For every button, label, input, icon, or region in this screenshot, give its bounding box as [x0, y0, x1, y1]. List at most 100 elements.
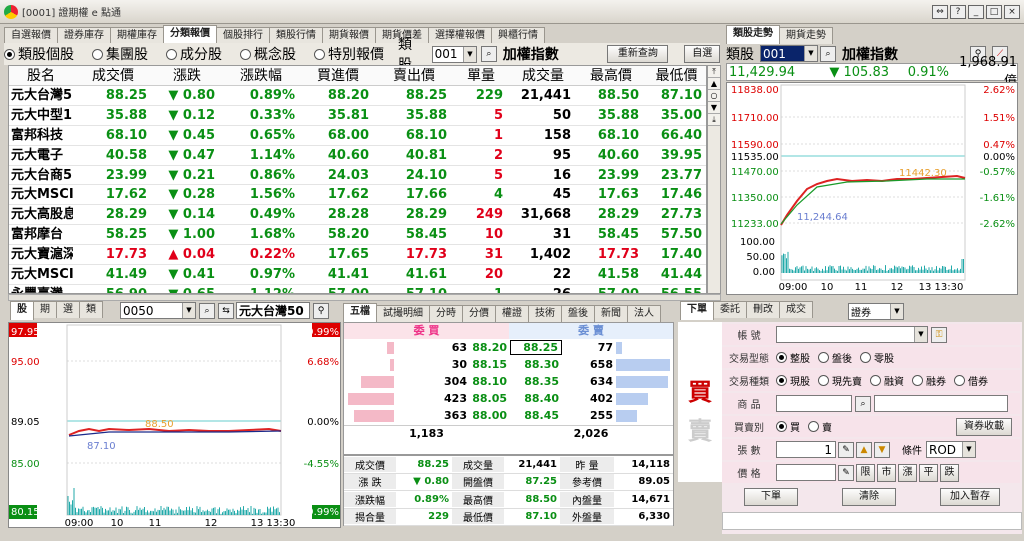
- order-book-row[interactable]: 304 88.10 88.35 634: [344, 373, 673, 390]
- scroll-down-icon[interactable]: ▼: [708, 102, 720, 114]
- detail-tab-2[interactable]: 分時: [429, 305, 463, 322]
- category-radio-2[interactable]: 成分股: [166, 44, 222, 64]
- condition-select[interactable]: ROD ▼: [926, 441, 976, 458]
- stock-code-select[interactable]: 0050 ▼: [120, 302, 196, 319]
- pencil-icon[interactable]: ✎: [838, 442, 854, 458]
- table-row[interactable]: 富邦科技 68.10 ▼ 0.45 0.65% 68.00 68.10 1 158 68.10 6…: [9, 126, 706, 146]
- order-tab-2[interactable]: 刪改: [746, 301, 780, 318]
- submit-order-button[interactable]: 下單: [744, 488, 798, 506]
- detail-tab-4[interactable]: 權證: [495, 305, 529, 322]
- decrease-icon[interactable]: ▼: [874, 442, 890, 458]
- stock-tab-2[interactable]: 選: [56, 301, 80, 318]
- lookup-icon[interactable]: ⌕: [199, 303, 215, 319]
- lookup-icon[interactable]: ⌕: [481, 46, 497, 62]
- stage-order-button[interactable]: 加入暫存: [940, 488, 1000, 506]
- scroll-top-icon[interactable]: ⤒: [708, 66, 720, 78]
- column-header[interactable]: 賣出價: [375, 66, 453, 86]
- main-tab-2[interactable]: 期權庫存: [110, 27, 164, 44]
- order-tab-0[interactable]: 下單: [680, 301, 714, 320]
- table-row[interactable]: 元大中型1 35.88 ▼ 0.12 0.33% 35.81 35.88 5 50 35.88 3…: [9, 106, 706, 126]
- right-tab-1[interactable]: 期貨走勢: [779, 27, 833, 44]
- category-radio-1[interactable]: 集團股: [92, 44, 148, 64]
- pencil-icon[interactable]: ✎: [838, 465, 854, 481]
- account-select[interactable]: ▼: [776, 326, 928, 343]
- help-icon[interactable]: ?: [950, 5, 966, 19]
- order-tab-1[interactable]: 委託: [713, 301, 747, 318]
- order-tab-3[interactable]: 成交: [779, 301, 813, 318]
- trade-kind-radio-0[interactable]: 現股: [776, 373, 810, 388]
- stock-tab-0[interactable]: 股: [10, 301, 34, 320]
- scroll-home-icon[interactable]: ○: [708, 90, 720, 102]
- column-header[interactable]: 最高價: [577, 66, 645, 86]
- index-code-select[interactable]: 001 ▼: [760, 45, 818, 62]
- right-tab-0[interactable]: 類股走勢: [726, 25, 780, 44]
- price-button-2[interactable]: 漲: [898, 464, 917, 482]
- scroll-up-icon[interactable]: ▲: [708, 78, 720, 90]
- lookup-icon[interactable]: ⌕: [820, 46, 836, 62]
- product-input[interactable]: [776, 395, 852, 412]
- order-book-row[interactable]: 423 88.05 88.40 402: [344, 390, 673, 407]
- main-tab-3[interactable]: 分類報價: [163, 25, 217, 44]
- refresh-credit-button[interactable]: 資券收載: [956, 418, 1012, 436]
- detail-tab-3[interactable]: 分價: [462, 305, 496, 322]
- order-book-row[interactable]: 30 88.15 88.30 658: [344, 356, 673, 373]
- category-radio-4[interactable]: 特別報價: [314, 44, 384, 64]
- price-button-1[interactable]: 市: [877, 464, 896, 482]
- table-row[interactable]: 元大電子 40.58 ▼ 0.47 1.14% 40.60 40.81 2 95 40.60 39…: [9, 146, 706, 166]
- table-row[interactable]: 元大MSCI 17.62 ▼ 0.28 1.56% 17.62 17.66 4 45 17.63…: [9, 185, 706, 205]
- table-row[interactable]: 元大台灣5 88.25 ▼ 0.80 0.89% 88.20 88.25 229 21,441…: [9, 86, 706, 106]
- trade-type-radio-0[interactable]: 整股: [776, 350, 810, 365]
- detail-tab-1[interactable]: 試撮明細: [376, 305, 430, 322]
- table-row[interactable]: 元大寶滬深 17.73 ▲ 0.04 0.22% 17.65 17.73 31 1,402 17…: [9, 245, 706, 265]
- detail-tab-6[interactable]: 盤後: [561, 305, 595, 322]
- stock-tab-3[interactable]: 類: [79, 301, 103, 318]
- table-row[interactable]: 富邦摩台 58.25 ▼ 1.00 1.68% 58.20 58.45 10 31 58.45 5…: [9, 225, 706, 245]
- main-tab-9[interactable]: 興櫃行情: [491, 27, 545, 44]
- column-header[interactable]: 買進價: [301, 66, 375, 86]
- main-tab-6[interactable]: 期貨報價: [322, 27, 376, 44]
- scroll-bottom-icon[interactable]: ⤓: [708, 114, 720, 126]
- side-radio-0[interactable]: 買: [776, 419, 800, 434]
- main-tab-1[interactable]: 證券庫存: [57, 27, 111, 44]
- trade-type-radio-1[interactable]: 盤後: [818, 350, 852, 365]
- lookup-icon[interactable]: ⌕: [855, 396, 871, 412]
- main-tab-4[interactable]: 個股排行: [216, 27, 270, 44]
- order-book-row[interactable]: 63 88.20 88.25 77: [344, 339, 673, 356]
- stock-tab-1[interactable]: 期: [33, 301, 57, 318]
- table-row[interactable]: 元大MSCI 41.49 ▼ 0.41 0.97% 41.41 41.61 20 22 41.5…: [9, 265, 706, 285]
- order-type-select[interactable]: 證券 ▼: [848, 303, 904, 320]
- side-radio-1[interactable]: 賣: [808, 419, 832, 434]
- main-tab-0[interactable]: 自選報價: [4, 27, 58, 44]
- table-row[interactable]: 元大台商5 23.99 ▼ 0.21 0.86% 24.03 24.10 5 16 23.99 2…: [9, 166, 706, 186]
- trade-kind-radio-4[interactable]: 借券: [954, 373, 988, 388]
- column-header[interactable]: 漲跌: [153, 66, 221, 86]
- column-header[interactable]: 成交量: [509, 66, 577, 86]
- category-radio-3[interactable]: 概念股: [240, 44, 296, 64]
- trade-kind-radio-1[interactable]: 現先賣: [818, 373, 862, 388]
- switch-icon[interactable]: ⇔: [932, 5, 948, 19]
- increase-icon[interactable]: ▲: [856, 442, 872, 458]
- price-button-0[interactable]: 限: [856, 464, 875, 482]
- price-button-3[interactable]: 平: [919, 464, 938, 482]
- detail-tab-7[interactable]: 新聞: [594, 305, 628, 322]
- column-header[interactable]: 漲跌幅: [221, 66, 301, 86]
- main-tab-5[interactable]: 類股行情: [269, 27, 323, 44]
- minimize-button[interactable]: _: [968, 5, 984, 19]
- price-button-4[interactable]: 跌: [940, 464, 959, 482]
- column-header[interactable]: 股名: [9, 66, 73, 86]
- detail-tab-8[interactable]: 法人: [627, 305, 661, 322]
- quote-hscrollbar[interactable]: [8, 294, 721, 301]
- requery-button[interactable]: 重新查詢: [607, 45, 668, 63]
- main-tab-8[interactable]: 選擇權報價: [428, 27, 492, 44]
- detail-tab-5[interactable]: 技術: [528, 305, 562, 322]
- search-icon[interactable]: ⚲: [313, 303, 329, 319]
- category-select[interactable]: 001 ▼: [432, 46, 477, 63]
- column-header[interactable]: 成交價: [73, 66, 153, 86]
- switch-icon[interactable]: ⇆: [218, 303, 234, 319]
- trade-kind-radio-2[interactable]: 融資: [870, 373, 904, 388]
- clear-button[interactable]: 清除: [842, 488, 896, 506]
- custom-button[interactable]: 自選: [684, 45, 720, 63]
- column-header[interactable]: 最低價: [645, 66, 707, 86]
- column-header[interactable]: 單量: [453, 66, 509, 86]
- maximize-button[interactable]: □: [986, 5, 1002, 19]
